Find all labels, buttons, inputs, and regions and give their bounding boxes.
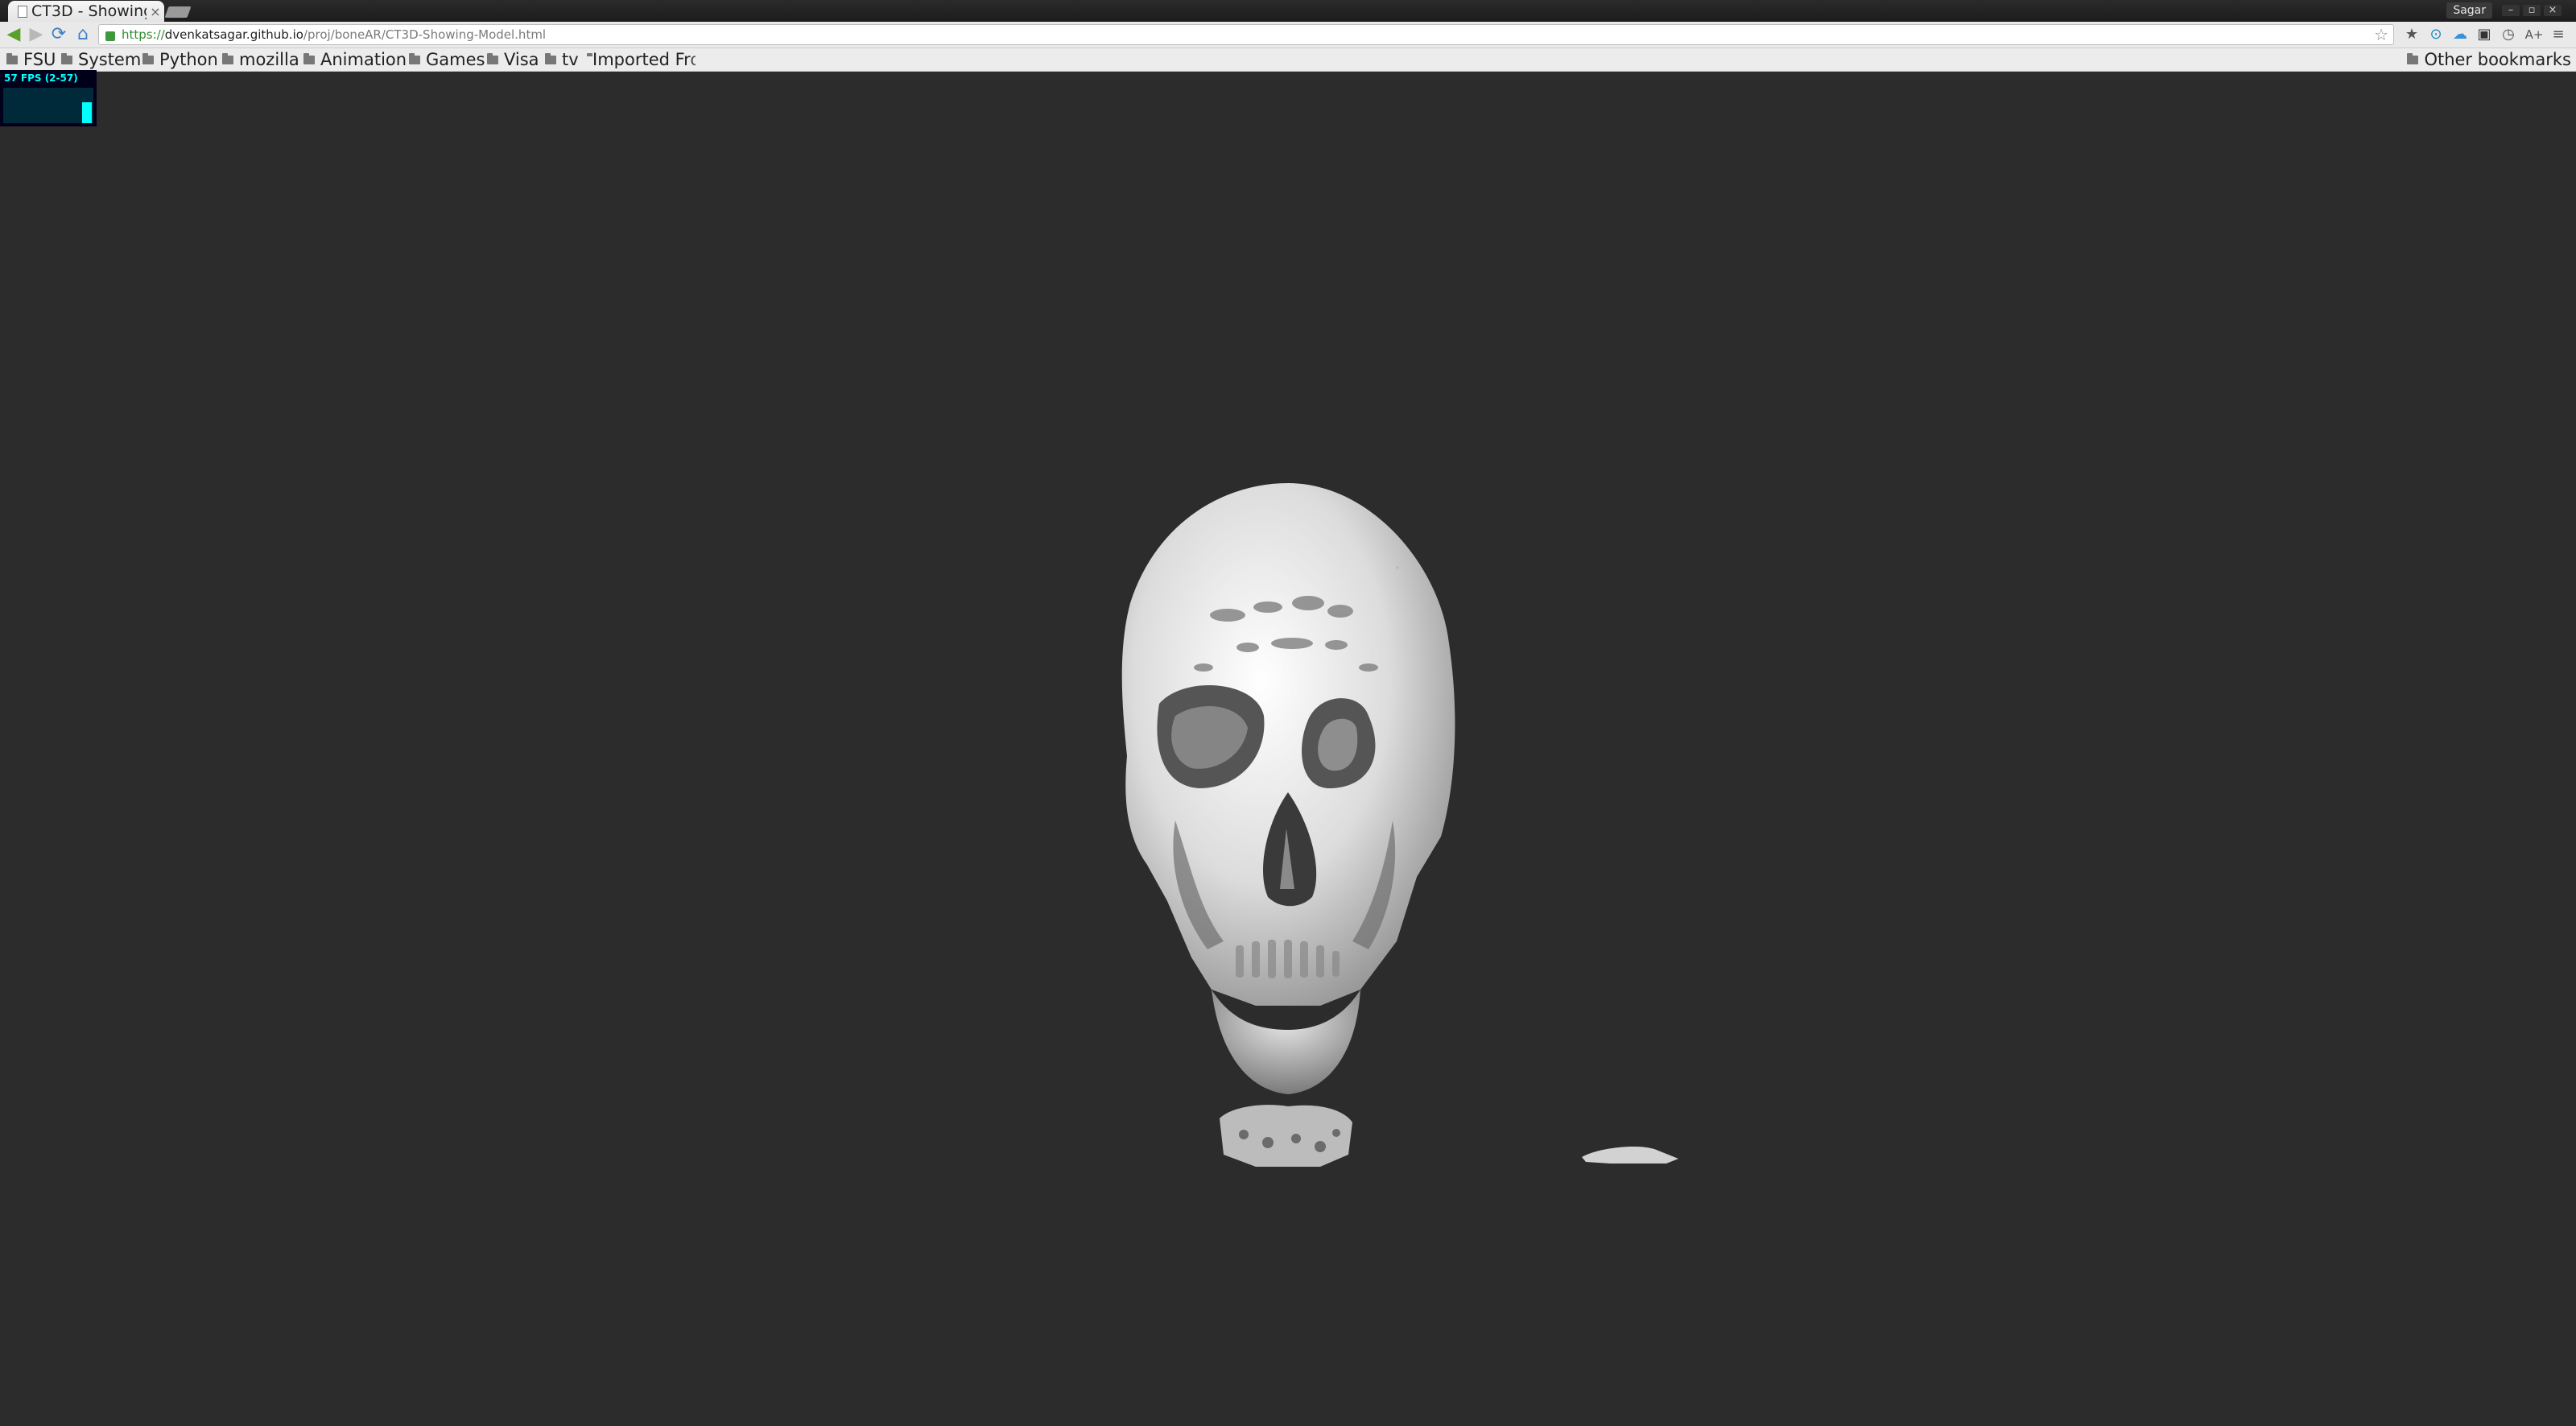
bookmark-folder[interactable]: Imported From — [587, 51, 696, 68]
clock-icon[interactable]: ◷ — [2499, 26, 2518, 43]
forward-button[interactable]: ▶ — [26, 24, 47, 45]
back-button[interactable]: ◀ — [3, 24, 24, 45]
maximize-button[interactable]: ▫ — [2523, 5, 2541, 16]
bookmark-folder[interactable]: tv — [545, 50, 579, 69]
reload-button[interactable]: ⟳ — [48, 24, 69, 45]
bookmark-label: Python — [159, 50, 218, 69]
address-bar[interactable]: https://dvenkatsagar.github.io/proj/bone… — [98, 24, 2394, 45]
folder-icon — [409, 52, 420, 64]
bookmarks-bar: FSU System Python mozilla Animation Game… — [0, 48, 2576, 72]
bookmark-label: Visa — [504, 50, 539, 69]
bookmark-label: Imported From — [592, 51, 696, 68]
menu-icon[interactable]: ≡ — [2549, 26, 2568, 43]
url-text[interactable]: https://dvenkatsagar.github.io/proj/bone… — [122, 27, 546, 42]
url-path: /proj/boneAR/CT3D-Showing-Model.html — [303, 27, 547, 42]
bookmark-label: Animation — [320, 50, 407, 69]
bookmark-folder[interactable]: Visa — [487, 50, 539, 69]
fps-graph-bar — [82, 101, 92, 123]
tab-title: CT3D - Showing Model — [31, 2, 147, 20]
other-bookmarks-label: Other bookmarks — [2424, 50, 2571, 69]
folder-icon — [6, 52, 18, 64]
cloud-icon[interactable]: ☁ — [2450, 26, 2470, 43]
close-window-button[interactable]: × — [2544, 5, 2562, 16]
extension-icon-2[interactable]: ⊙ — [2426, 26, 2446, 43]
bookmark-label: Games — [426, 50, 485, 69]
new-tab-button[interactable] — [164, 6, 192, 18]
lock-icon — [105, 31, 115, 41]
folder-icon — [2407, 52, 2419, 64]
bookmark-label: tv — [562, 50, 579, 69]
folder-icon — [61, 52, 72, 64]
tab-active[interactable]: CT3D - Showing Model × — [8, 1, 164, 22]
bookmark-folder[interactable]: FSU — [6, 50, 56, 69]
tab-close-icon[interactable]: × — [147, 4, 164, 19]
bookmark-label: mozilla — [239, 50, 299, 69]
folder-icon — [487, 52, 498, 64]
bookmark-folder[interactable]: Games — [409, 50, 485, 69]
extension-icon-1[interactable]: ★ — [2402, 26, 2421, 43]
fps-graph — [3, 88, 93, 123]
bookmark-label: FSU — [23, 50, 56, 69]
skull-model — [1121, 483, 1678, 1167]
url-protocol: https:// — [122, 27, 165, 42]
folder-icon — [303, 52, 315, 64]
skull-shape — [1121, 483, 1678, 1167]
bookmark-star-icon[interactable]: ☆ — [2374, 25, 2388, 44]
title-bar: CT3D - Showing Model × Sagar – ▫ × — [0, 0, 2576, 22]
extension-icon-4[interactable]: ▣ — [2475, 26, 2494, 43]
folder-icon — [142, 52, 154, 64]
toolbar: ◀ ▶ ⟳ ⌂ https://dvenkatsagar.github.io/p… — [0, 22, 2576, 48]
bookmark-folder[interactable]: Python — [142, 50, 218, 69]
folder-icon — [222, 52, 233, 64]
other-bookmarks[interactable]: Other bookmarks — [2407, 50, 2571, 69]
profile-button[interactable]: Sagar — [2446, 2, 2492, 19]
bookmark-folder[interactable]: Animation — [303, 50, 407, 69]
fps-stats-panel[interactable]: 57 FPS (2-57) — [0, 70, 97, 126]
bookmark-folder[interactable]: mozilla — [222, 50, 299, 69]
url-host: dvenkatsagar.github.io — [164, 27, 303, 42]
home-button[interactable]: ⌂ — [72, 24, 93, 45]
bookmark-folder[interactable]: System — [61, 50, 142, 69]
fps-readout: 57 FPS (2-57) — [4, 72, 78, 84]
bookmark-label: System — [78, 50, 142, 69]
font-size-icon[interactable]: A+ — [2524, 26, 2544, 43]
webgl-canvas[interactable] — [0, 72, 2576, 1426]
page-icon — [18, 5, 27, 18]
folder-icon — [545, 52, 556, 64]
minimize-button[interactable]: – — [2502, 5, 2520, 16]
